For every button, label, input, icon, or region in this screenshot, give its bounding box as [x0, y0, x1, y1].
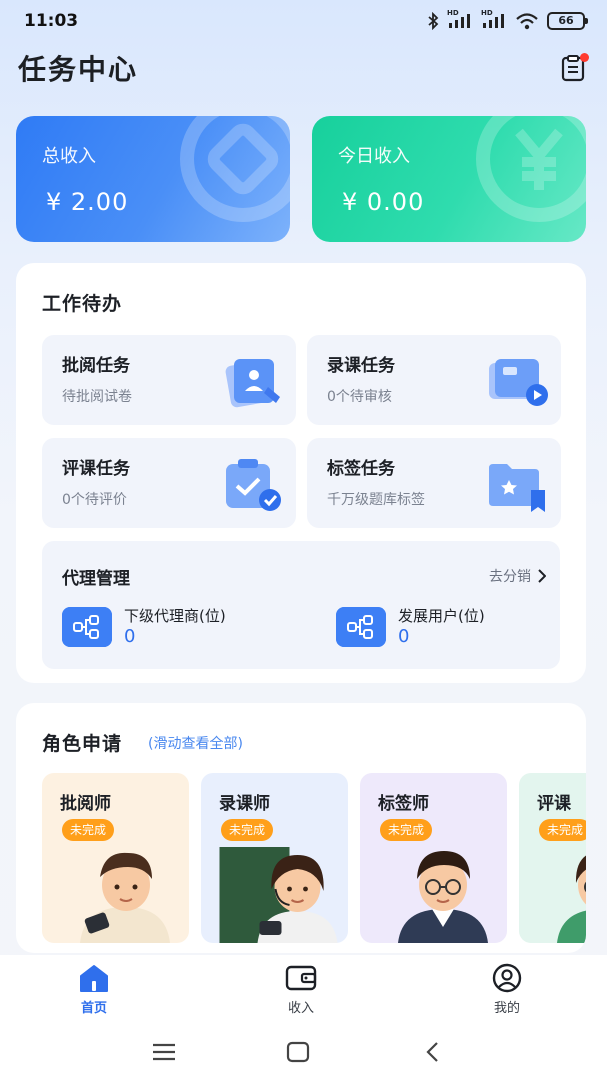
total-income-card[interactable]: 总收入 ¥ 2.00: [16, 116, 290, 242]
work-todo-title: 工作待办: [42, 293, 123, 315]
network-nodes-icon: [62, 607, 112, 647]
today-income-card[interactable]: 今日收入 ¥ 0.00: [312, 116, 586, 242]
network-nodes-icon: [336, 607, 386, 647]
sub-agent-stat[interactable]: 下级代理商(位) 0: [62, 607, 302, 651]
today-income-value: ¥ 0.00: [342, 188, 425, 216]
total-income-label: 总收入: [42, 146, 96, 167]
battery-indicator: 66: [547, 12, 588, 30]
evaluate-clipboard-icon: [226, 459, 281, 511]
distribute-link-label: 去分销: [489, 569, 531, 585]
role-name: 录课师: [219, 794, 270, 814]
task-title: 录课任务: [327, 356, 395, 376]
page-title: 任务中心: [18, 53, 139, 86]
chevron-right-icon: [538, 569, 546, 583]
developed-users-label: 发展用户(位): [398, 607, 485, 625]
distribute-link[interactable]: 去分销: [489, 566, 546, 586]
wifi-icon: [516, 13, 538, 30]
menu-icon[interactable]: [149, 1039, 179, 1065]
task-title: 评课任务: [62, 459, 130, 479]
tab-home-label: 首页: [80, 1001, 107, 1016]
tab-profile[interactable]: 我的: [467, 963, 547, 1019]
role-card-tagger[interactable]: 标签师 未完成: [360, 773, 507, 943]
signal-1: HD: [447, 9, 473, 28]
tab-income-label: 收入: [287, 1001, 314, 1016]
profile-icon: [492, 963, 522, 993]
sub-agent-label: 下级代理商(位): [124, 607, 226, 625]
reviewer-avatar: [80, 852, 170, 943]
scroll-hint: (滑动查看全部): [148, 736, 243, 752]
role-card-reviewer[interactable]: 批阅师 未完成: [42, 773, 189, 943]
developed-users-count: 0: [398, 626, 410, 647]
hd-label-2: HD: [481, 9, 493, 17]
tab-income[interactable]: 收入: [261, 963, 341, 1019]
tagger-avatar: [398, 851, 488, 943]
tag-folder-icon: [489, 464, 545, 512]
role-name: 标签师: [378, 794, 429, 814]
task-card-evaluate[interactable]: 评课任务 0个待评价: [42, 438, 296, 528]
task-subtitle: 千万级题库标签: [327, 492, 425, 508]
status-time: 11:03: [24, 11, 79, 31]
bluetooth-icon: [428, 12, 439, 30]
developed-users-stat[interactable]: 发展用户(位) 0: [336, 607, 576, 651]
status-bar: 11:03 HD HD 66: [0, 0, 607, 44]
tab-profile-label: 我的: [493, 1001, 520, 1016]
role-card-recorder[interactable]: 录课师 未完成: [201, 773, 348, 943]
role-application-title: 角色申请: [42, 733, 123, 755]
system-nav-bar: [0, 1025, 607, 1080]
status-icons: HD HD 66: [427, 9, 588, 30]
task-title: 标签任务: [327, 459, 395, 479]
role-application-panel: 角色申请 (滑动查看全部) 批阅师 未完成 录课师 未完成 标签师 未完成 评课…: [16, 703, 586, 953]
sub-agent-count: 0: [124, 626, 136, 647]
wallet-icon: [285, 965, 317, 991]
back-icon[interactable]: [418, 1039, 448, 1065]
signal-2: HD: [481, 9, 507, 28]
task-subtitle: 待批阅试卷: [62, 389, 132, 405]
agent-management-box: 代理管理 去分销 下级代理商(位) 0 发展用户(位) 0: [42, 541, 560, 669]
bottom-tab-bar: 首页 收入 我的: [0, 955, 607, 1025]
total-income-value: ¥ 2.00: [46, 188, 129, 216]
task-card-record[interactable]: 录课任务 0个待审核: [307, 335, 561, 425]
work-todo-panel: 工作待办 批阅任务 待批阅试卷 录课任务 0个待审核 评课任务 0个待评价 标签…: [16, 263, 586, 683]
recorder-avatar: [219, 847, 338, 943]
home-icon: [80, 965, 108, 992]
evaluator-avatar: [557, 855, 586, 943]
task-subtitle: 0个待评价: [62, 492, 127, 508]
tab-home[interactable]: 首页: [54, 963, 134, 1019]
task-card-review[interactable]: 批阅任务 待批阅试卷: [42, 335, 296, 425]
task-card-tag[interactable]: 标签任务 千万级题库标签: [307, 438, 561, 528]
role-name: 批阅师: [60, 794, 111, 814]
notification-dot: [580, 53, 589, 62]
today-income-label: 今日收入: [338, 146, 410, 167]
agent-management-title: 代理管理: [62, 569, 130, 589]
video-record-icon: [489, 359, 548, 406]
home-square-icon[interactable]: [283, 1039, 313, 1065]
diamond-coin-icon: [180, 116, 290, 222]
review-paper-icon: [225, 359, 280, 408]
hd-label-1: HD: [447, 9, 459, 17]
task-title: 批阅任务: [62, 356, 130, 376]
role-card-evaluator[interactable]: 评课 未完成: [519, 773, 586, 943]
task-subtitle: 0个待审核: [327, 389, 392, 405]
yuan-coin-icon: [476, 116, 586, 222]
role-name: 评课: [537, 794, 571, 814]
